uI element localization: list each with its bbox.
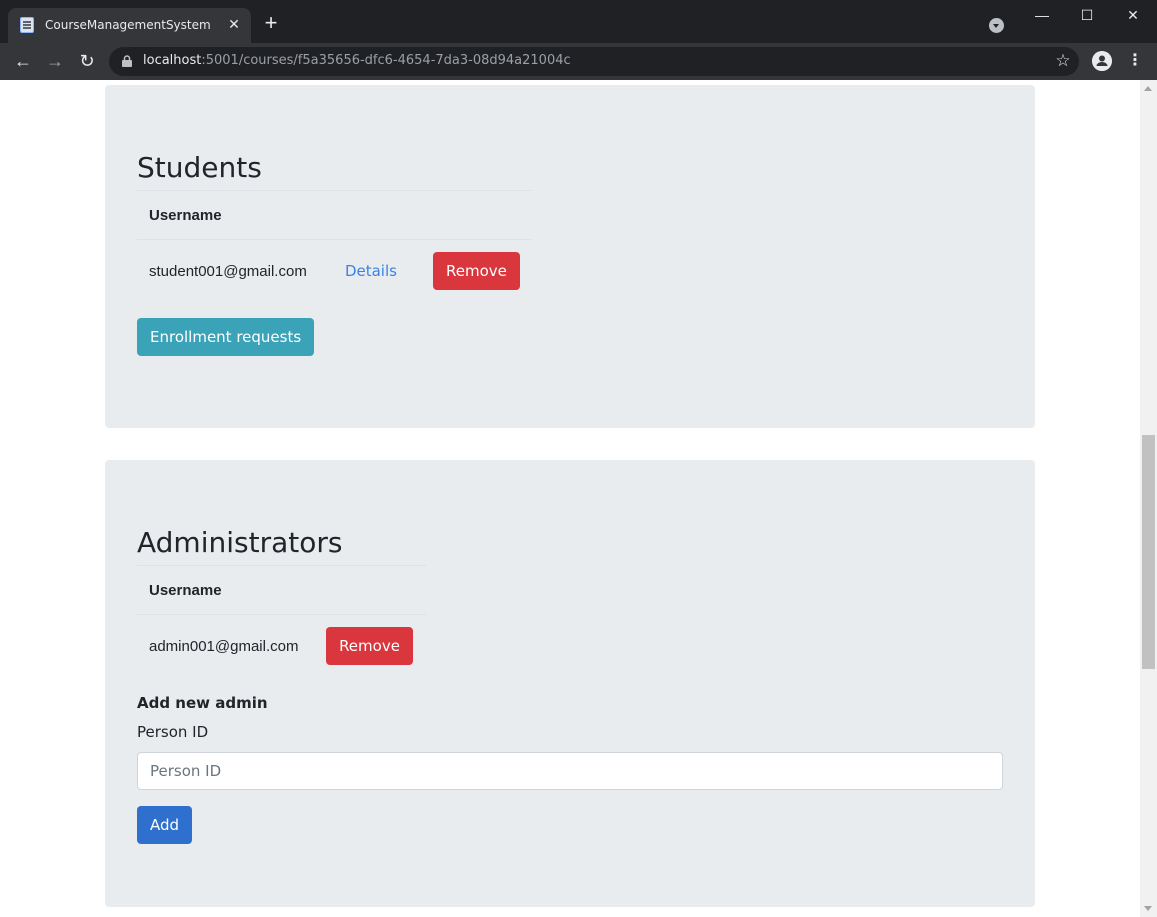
admin-username: admin001@gmail.com xyxy=(149,637,299,655)
forward-icon[interactable]: → xyxy=(43,49,67,73)
tab-title: CourseManagementSystem xyxy=(45,18,211,32)
add-admin-heading: Add new admin xyxy=(137,694,268,712)
students-username-header: Username xyxy=(137,190,319,240)
remove-student-button[interactable]: Remove xyxy=(433,252,520,290)
url-text: localhost:5001/courses/f5a35656-dfc6-465… xyxy=(143,53,571,68)
add-admin-button[interactable]: Add xyxy=(137,806,193,844)
profile-avatar-icon[interactable] xyxy=(1092,51,1112,71)
table-row: student001@gmail.com Details Remove xyxy=(137,240,532,303)
person-id-input[interactable] xyxy=(137,752,1003,790)
administrators-heading: Administrators xyxy=(137,526,343,559)
bookmark-star-icon[interactable]: ☆ xyxy=(1053,51,1073,71)
new-tab-icon[interactable]: + xyxy=(262,12,280,34)
remove-admin-button[interactable]: Remove xyxy=(326,627,413,665)
close-window-icon[interactable]: ✕ xyxy=(1110,0,1156,30)
scroll-down-arrow-icon[interactable] xyxy=(1144,906,1152,911)
students-table: Username student001@gmail.com Details Re… xyxy=(137,190,532,302)
students-card: Students Username student001@gmail.com D… xyxy=(105,85,1035,428)
address-bar[interactable]: localhost:5001/courses/f5a35656-dfc6-465… xyxy=(109,47,1079,76)
table-row: admin001@gmail.com Remove xyxy=(137,615,426,678)
minimize-icon[interactable]: — xyxy=(1019,0,1065,30)
reload-icon[interactable]: ↻ xyxy=(75,49,99,73)
administrators-table-header: Username xyxy=(137,565,426,615)
students-heading: Students xyxy=(137,151,262,184)
enrollment-requests-button[interactable]: Enrollment requests xyxy=(137,318,315,356)
close-tab-icon[interactable]: ✕ xyxy=(226,16,242,32)
page-viewport: Students Username student001@gmail.com D… xyxy=(0,80,1140,917)
back-icon[interactable]: ← xyxy=(11,49,35,73)
browser-titlebar: CourseManagementSystem ✕ + — ☐ ✕ xyxy=(0,0,1157,43)
student-details-link[interactable]: Details xyxy=(345,262,397,280)
scroll-up-arrow-icon[interactable] xyxy=(1144,86,1152,91)
page-icon xyxy=(20,17,34,33)
browser-toolbar: ← → ↻ localhost:5001/courses/f5a35656-df… xyxy=(0,43,1157,80)
scrollbar-thumb[interactable] xyxy=(1142,435,1155,669)
administrators-table: Username admin001@gmail.com Remove xyxy=(137,565,426,677)
url-path: :5001/courses/f5a35656-dfc6-4654-7da3-08… xyxy=(201,53,571,68)
student-username: student001@gmail.com xyxy=(149,262,307,280)
browser-menu-icon[interactable]: ⋮ xyxy=(1127,50,1143,72)
students-table-header: Username xyxy=(137,190,532,240)
administrators-username-header: Username xyxy=(137,565,313,615)
browser-tab[interactable]: CourseManagementSystem ✕ xyxy=(8,8,251,43)
administrators-card: Administrators Username admin001@gmail.c… xyxy=(105,460,1035,907)
page-scrollbar[interactable] xyxy=(1140,80,1157,917)
person-id-label: Person ID xyxy=(137,723,209,741)
url-host: localhost xyxy=(143,53,202,68)
maximize-icon[interactable]: ☐ xyxy=(1064,0,1110,30)
lock-icon xyxy=(122,55,132,67)
tab-search-icon[interactable] xyxy=(989,18,1004,33)
